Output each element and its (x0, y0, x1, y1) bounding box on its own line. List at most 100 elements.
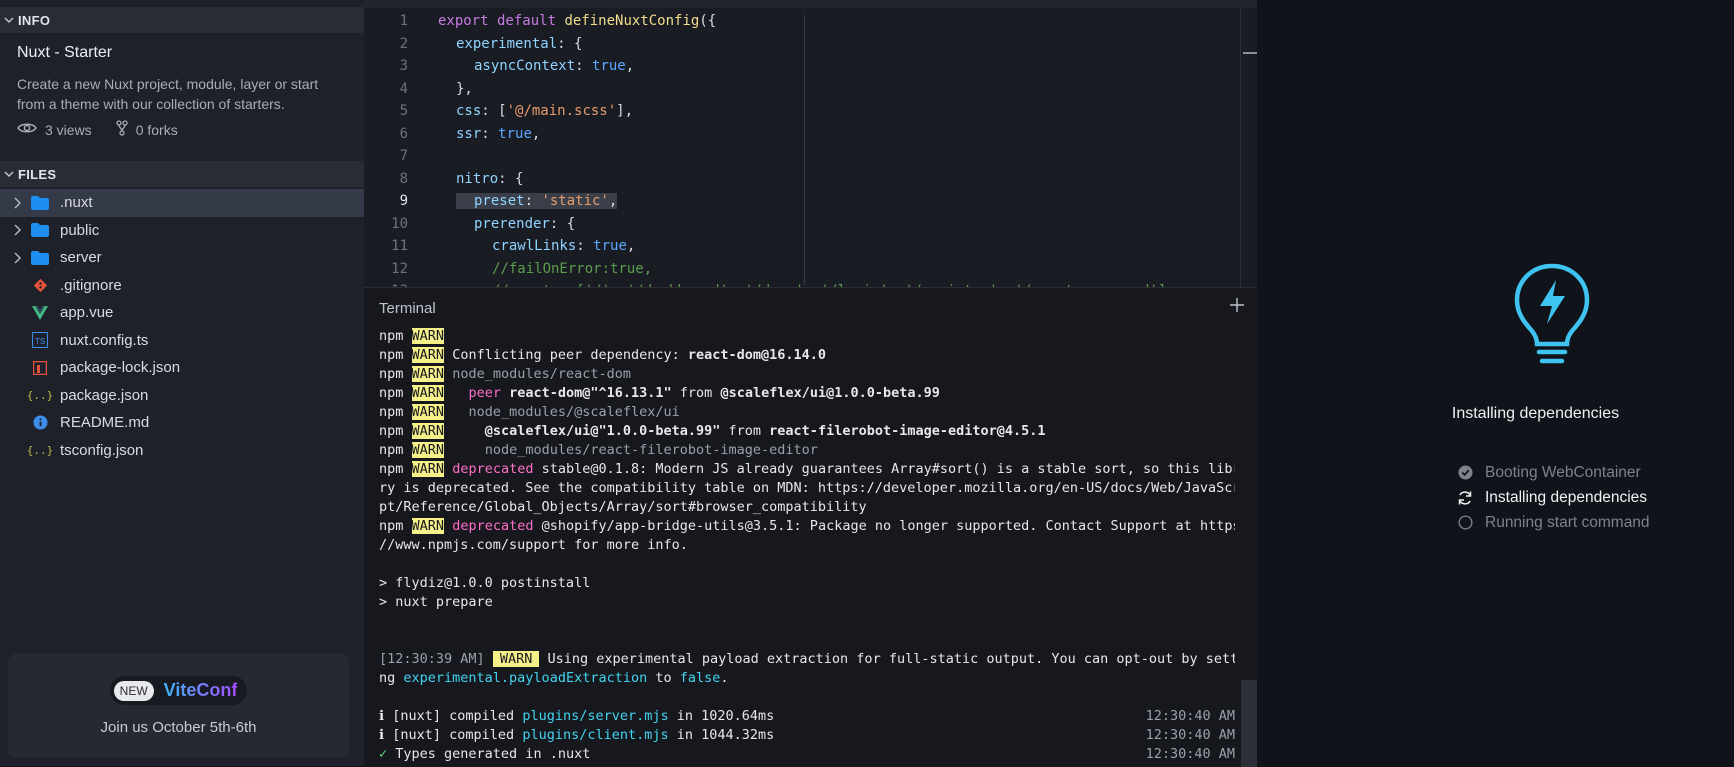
file-tree-item-package-json[interactable]: {..} package.json (0, 382, 364, 410)
boot-steps: Booting WebContainer Installing dependen… (1457, 460, 1650, 535)
chevron-down-icon (0, 169, 18, 179)
terminal-line: //www.npmjs.com/support for more info. (379, 537, 688, 553)
code-line: 5 css: ['@/main.scss'], (364, 100, 1166, 123)
file-name: tsconfig.json (60, 441, 144, 459)
terminal-line: ℹ [nuxt] compiled plugins/server.mjs in … (379, 708, 1235, 724)
chevron-right-icon (10, 252, 24, 264)
file-tree-item-app-vue[interactable]: app.vue (0, 299, 364, 327)
json-icon: {..} (26, 443, 54, 457)
terminal-line: pt/Reference/Global_Objects/Array/sort#b… (379, 499, 867, 515)
views-stat: 3 views (17, 121, 92, 138)
terminal-line: npm WARN node_modules/@scaleflex/ui (379, 404, 680, 420)
code-line: 3 asyncContext: true, (364, 55, 1166, 78)
info-section-header[interactable]: INFO (0, 7, 364, 33)
file-tree-item-readme[interactable]: README.md (0, 409, 364, 437)
code-line: 11 crawlLinks: true, (364, 235, 1166, 258)
file-tree-item-nuxt[interactable]: .nuxt (0, 189, 364, 217)
code-line-current: 9 preset: 'static', (364, 190, 1166, 213)
files-section-header[interactable]: FILES (0, 161, 364, 187)
editor-scrollbar[interactable] (1240, 8, 1257, 287)
file-name: .gitignore (60, 276, 122, 294)
file-name: public (60, 221, 100, 239)
git-icon (30, 277, 50, 293)
file-tree-item-server[interactable]: server (0, 244, 364, 272)
file-name: package.json (60, 386, 149, 404)
file-name: .nuxt (60, 194, 93, 212)
file-tree-item-tsconfig[interactable]: {..} tsconfig.json (0, 437, 364, 465)
line-number: 4 (399, 80, 408, 97)
terminal-line: > nuxt prepare (379, 594, 493, 610)
step-item: Installing dependencies (1457, 485, 1650, 510)
timestamp: 12:30:40 AM (1145, 746, 1235, 762)
terminal-line: npm WARN (379, 328, 445, 344)
empty-circle-icon (1457, 515, 1473, 530)
code-line: 8 nitro: { (364, 168, 1166, 191)
file-name: server (60, 249, 102, 267)
terminal-scrollbar[interactable] (1241, 680, 1257, 767)
line-number: 6 (399, 125, 408, 142)
line-number: 12 (391, 260, 408, 277)
terminal-line: npm WARN deprecated @shopify/app-bridge-… (379, 518, 1235, 534)
terminal-output: npm WARN npm WARN Conflicting peer depen… (379, 327, 1235, 764)
terminal-line: npm WARN @scaleflex/ui@"1.0.0-beta.99" f… (379, 423, 1046, 439)
file-name: README.md (60, 414, 150, 432)
line-number: 5 (399, 103, 408, 120)
file-tree: .nuxt public server .gitignore app.vue T… (0, 189, 364, 464)
terminal-panel[interactable]: Terminal npm WARN npm WARN Conflicting p… (364, 287, 1257, 767)
promo-subtitle: Join us October 5th-6th (100, 719, 257, 736)
eye-icon (17, 121, 37, 138)
line-number: 9 (399, 193, 408, 210)
code-line: 6 ssr: true, (364, 123, 1166, 146)
file-tree-item-gitignore[interactable]: .gitignore (0, 272, 364, 300)
step-item: Booting WebContainer (1457, 460, 1650, 485)
file-tree-item-package-lock[interactable]: package-lock.json (0, 354, 364, 382)
line-number: 10 (391, 215, 408, 232)
terminal-line: npm WARN Conflicting peer dependency: re… (379, 347, 827, 363)
lightbulb-bolt-icon (1512, 262, 1592, 377)
info-header-label: INFO (18, 12, 51, 28)
project-info: Nuxt - Starter Create a new Nuxt project… (17, 44, 350, 139)
file-tree-item-nuxt-config[interactable]: TS nuxt.config.ts (0, 327, 364, 355)
chevron-right-icon (10, 197, 24, 209)
code-line: 1 export default defineNuxtConfig({ (364, 10, 1166, 33)
folder-icon (30, 195, 50, 211)
code-line: 12//failOnError:true, (364, 258, 1166, 281)
timestamp: 12:30:40 AM (1145, 708, 1235, 724)
new-badge: NEW (113, 680, 154, 701)
line-number: 3 (399, 58, 408, 75)
preview-status-title: Installing dependencies (1451, 405, 1620, 422)
npm-icon (30, 360, 50, 376)
code-line: 7 (364, 145, 1166, 168)
forks-count: 0 forks (135, 121, 178, 138)
refresh-icon (1457, 490, 1473, 506)
code-lines: 1 export default defineNuxtConfig({ 2 expe… (364, 10, 1166, 303)
file-name: app.vue (60, 304, 114, 322)
timestamp: 12:30:40 AM (1145, 727, 1235, 743)
terminal-line: npm WARN deprecated stable@0.1.8: Modern… (379, 461, 1235, 477)
sidebar: INFO Nuxt - Starter Create a new Nuxt pr… (0, 0, 364, 766)
folder-icon (30, 250, 50, 266)
vue-icon (30, 305, 50, 321)
chevron-down-icon (0, 15, 18, 25)
line-number: 2 (399, 35, 408, 52)
viteconf-promo[interactable]: NEW ViteConf Join us October 5th-6th (8, 654, 349, 758)
chevron-right-icon (10, 224, 24, 236)
terminal-line: [12:30:39 AM] WARN Using experimental pa… (379, 651, 1235, 667)
step-item: Running start command (1457, 510, 1650, 535)
files-header-label: FILES (18, 166, 57, 182)
terminal-line: ng experimental.payloadExtraction to fal… (379, 670, 729, 686)
preview-panel: Installing dependencies Booting WebConta… (1257, 0, 1734, 766)
json-icon: {..} (26, 388, 54, 402)
add-terminal-icon[interactable] (1229, 293, 1245, 319)
project-description: Create a new Nuxt project, module, layer… (17, 76, 319, 112)
code-editor[interactable]: 1 export default defineNuxtConfig({ 2 expe… (364, 0, 1257, 299)
file-tree-item-public[interactable]: public (0, 217, 364, 245)
terminal-line: npm WARN node_modules/react-filerobot-im… (379, 442, 818, 458)
promo-pill: NEW ViteConf (109, 676, 248, 705)
forks-stat: 0 forks (116, 120, 178, 139)
project-title: Nuxt - Starter (17, 44, 113, 61)
